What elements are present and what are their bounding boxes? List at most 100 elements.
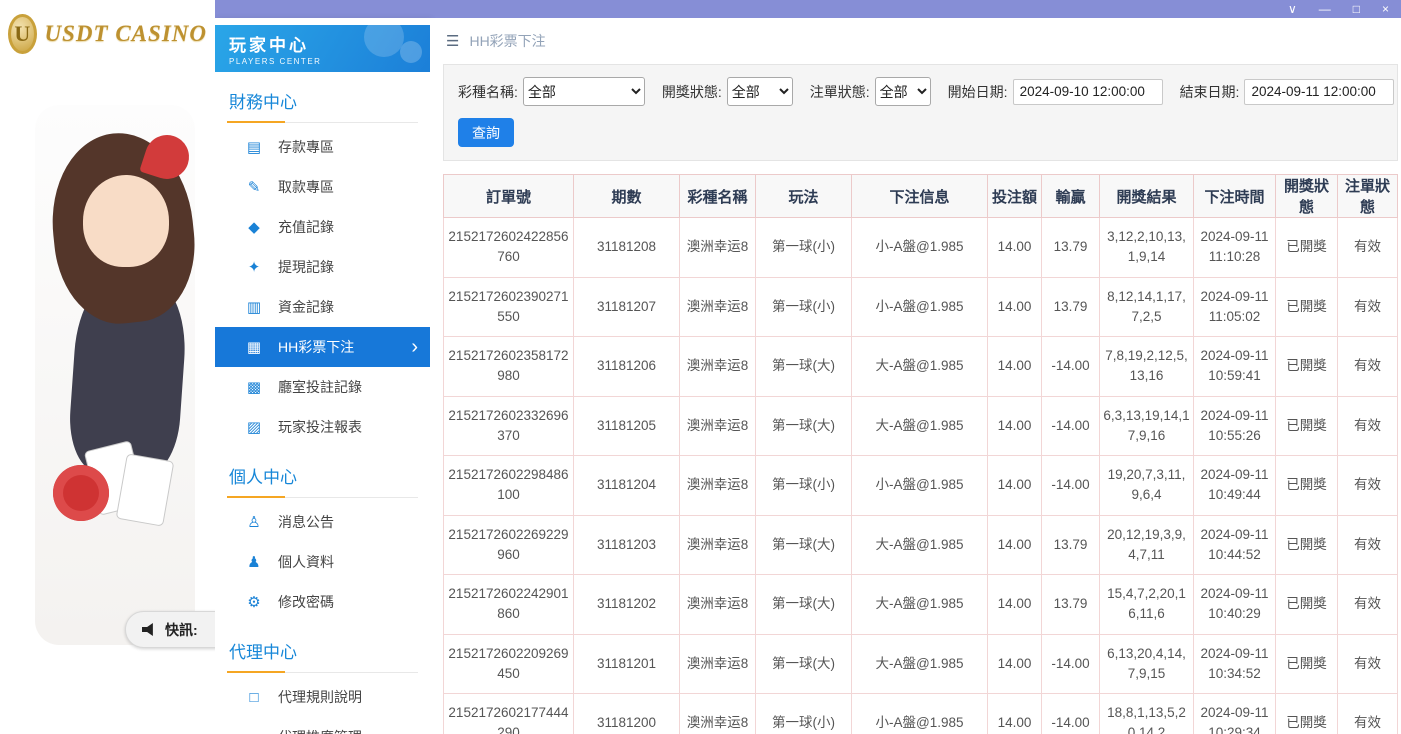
table-cell: 31181207 — [574, 277, 680, 337]
table-cell: -14.00 — [1042, 634, 1100, 694]
table-row: 215217260235817298031181206澳洲幸运8第一球(大)大-… — [444, 337, 1398, 397]
mascot-illustration — [25, 105, 210, 665]
table-cell: 第一球(小) — [756, 277, 852, 337]
table-cell: 第一球(大) — [756, 634, 852, 694]
sidebar-item[interactable]: ⚙修改密碼 — [215, 582, 430, 622]
sidebar: 玩家中心 PLAYERS CENTER 財務中心▤存款專區✎取款專區◆充值記錄✦… — [215, 18, 430, 734]
sidebar-item-label: HH彩票下注 — [278, 337, 354, 357]
draw-status-select[interactable]: 全部 — [727, 77, 793, 106]
table-cell: 已開獎 — [1276, 396, 1338, 456]
table-cell: 已開獎 — [1276, 694, 1338, 734]
table-cell: 有效 — [1338, 337, 1398, 397]
table-cell: 31181200 — [574, 694, 680, 734]
mascot-face — [83, 175, 169, 267]
sidebar-title: 玩家中心 — [229, 31, 416, 56]
close-icon[interactable]: × — [1382, 3, 1389, 15]
table-cell: 已開獎 — [1276, 337, 1338, 397]
draw-status-label: 開獎狀態: — [662, 82, 722, 102]
table-cell: 已開獎 — [1276, 277, 1338, 337]
sidebar-item[interactable]: □代理規則說明 — [215, 677, 430, 717]
table-cell: 大-A盤@1.985 — [852, 396, 988, 456]
minimize-icon[interactable]: — — [1319, 3, 1331, 15]
table-cell: 2024-09-11 10:59:41 — [1194, 337, 1276, 397]
table-cell: 有效 — [1338, 456, 1398, 516]
end-date-input[interactable] — [1244, 79, 1394, 105]
content-area: 彩種名稱: 全部 開獎狀態: 全部 — [430, 64, 1401, 734]
table-cell: 澳洲幸运8 — [680, 515, 756, 575]
orders-table-wrap: 訂單號期數彩種名稱玩法下注信息投注額輸贏開獎結果下注時間開獎狀態注單狀態 215… — [443, 174, 1398, 734]
sidebar-item[interactable]: ▥資金記錄 — [215, 287, 430, 327]
sidebar-item[interactable]: ▦HH彩票下注› — [215, 327, 430, 367]
table-cell: 13.79 — [1042, 575, 1100, 635]
table-cell: 有效 — [1338, 218, 1398, 278]
table-cell: 14.00 — [988, 277, 1042, 337]
table-cell: 小-A盤@1.985 — [852, 694, 988, 734]
maximize-icon[interactable]: □ — [1353, 3, 1360, 15]
table-cell: -14.00 — [1042, 456, 1100, 516]
order-status-label: 注單狀態: — [810, 82, 870, 102]
table-cell: 14.00 — [988, 575, 1042, 635]
table-cell: 14.00 — [988, 634, 1042, 694]
usdt-coin-icon: U — [8, 14, 37, 54]
sidebar-item[interactable]: ✎取款專區 — [215, 167, 430, 207]
table-cell: 8,12,14,1,17,7,2,5 — [1100, 277, 1194, 337]
sidebar-item[interactable]: ‹代理推廣管理 — [215, 717, 430, 734]
table-cell: 18,8,1,13,5,20,14,2 — [1100, 694, 1194, 734]
red-flower — [53, 465, 109, 521]
sidebar-item[interactable]: ✦提現記錄 — [215, 247, 430, 287]
table-cell: 14.00 — [988, 337, 1042, 397]
sidebar-item[interactable]: ▤ 存款專區 — [215, 127, 430, 167]
table-row: 215217260224290186031181202澳洲幸运8第一球(大)大-… — [444, 575, 1398, 635]
table-cell: 小-A盤@1.985 — [852, 277, 988, 337]
sidebar-item[interactable]: ▩廳室投註記錄 — [215, 367, 430, 407]
message-icon: ♙ — [243, 513, 265, 531]
app-window: U USDT CASINO 快訊: ∨ — □ × — [0, 0, 1401, 734]
table-cell: 13.79 — [1042, 515, 1100, 575]
table-cell: 2024-09-11 11:05:02 — [1194, 277, 1276, 337]
table-cell: 有效 — [1338, 277, 1398, 337]
table-cell: 澳洲幸运8 — [680, 277, 756, 337]
table-cell: 13.79 — [1042, 218, 1100, 278]
orders-table: 訂單號期數彩種名稱玩法下注信息投注額輸贏開獎結果下注時間開獎狀態注單狀態 215… — [443, 174, 1398, 734]
start-date-label: 開始日期: — [948, 82, 1008, 102]
table-cell: 小-A盤@1.985 — [852, 456, 988, 516]
table-cell: 2152172602269229960 — [444, 515, 574, 575]
sidebar-item[interactable]: ♟個人資料 — [215, 542, 430, 582]
brand-title: USDT CASINO — [45, 21, 207, 47]
start-date-input[interactable] — [1013, 79, 1163, 105]
table-cell: 澳洲幸运8 — [680, 575, 756, 635]
table-row: 215217260233269637031181205澳洲幸运8第一球(大)大-… — [444, 396, 1398, 456]
deposit-icon: ▤ — [243, 138, 265, 156]
sidebar-item[interactable]: ♙消息公告 — [215, 502, 430, 542]
table-cell: 有效 — [1338, 634, 1398, 694]
sidebar-item[interactable]: ◆充值記錄 — [215, 207, 430, 247]
main-content: ☰ HH彩票下注 彩種名稱: 全部 — [430, 18, 1401, 734]
funds-icon: ▥ — [243, 298, 265, 316]
table-cell: -14.00 — [1042, 694, 1100, 734]
table-cell: 第一球(大) — [756, 337, 852, 397]
order-status-select[interactable]: 全部 — [875, 77, 931, 106]
news-ticker[interactable]: 快訊: — [125, 611, 215, 648]
menu-icon[interactable]: ☰ — [446, 32, 459, 50]
column-header: 開獎狀態 — [1276, 175, 1338, 218]
sidebar-item[interactable]: ▨玩家投注報表 — [215, 407, 430, 447]
query-button[interactable]: 查詢 — [458, 118, 514, 147]
room-icon: ▩ — [243, 378, 265, 396]
table-cell: 3,12,2,10,13,1,9,14 — [1100, 218, 1194, 278]
table-cell: 31181208 — [574, 218, 680, 278]
table-cell: 31181201 — [574, 634, 680, 694]
table-cell: 大-A盤@1.985 — [852, 634, 988, 694]
collapse-icon[interactable]: ∨ — [1288, 3, 1297, 15]
column-header: 玩法 — [756, 175, 852, 218]
table-cell: 澳洲幸运8 — [680, 218, 756, 278]
sidebar-item-label: 存款專區 — [278, 137, 334, 157]
table-cell: 第一球(小) — [756, 218, 852, 278]
table-cell: 已開獎 — [1276, 218, 1338, 278]
table-cell: 2152172602358172980 — [444, 337, 574, 397]
chevron-right-icon: › — [411, 337, 418, 357]
sidebar-item-label: 提現記錄 — [278, 257, 334, 277]
lottery-name-select[interactable]: 全部 — [523, 77, 645, 106]
table-cell: 第一球(大) — [756, 396, 852, 456]
table-cell: 6,3,13,19,14,17,9,16 — [1100, 396, 1194, 456]
section-title: 財務中心 — [227, 88, 418, 123]
